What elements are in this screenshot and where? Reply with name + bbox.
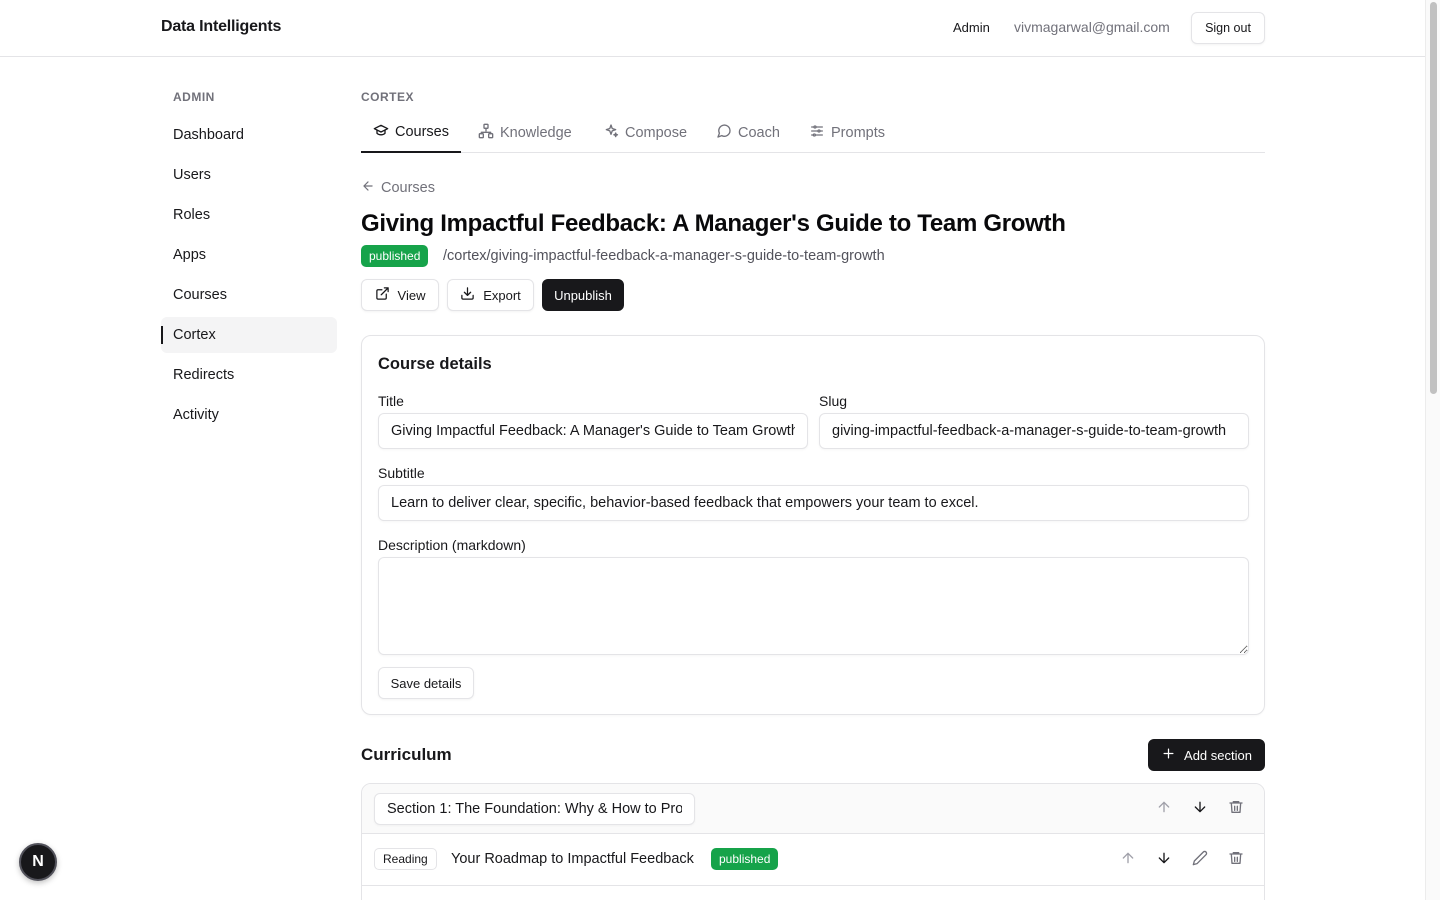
tab-prompts[interactable]: Prompts — [809, 113, 885, 153]
trash-icon — [1228, 799, 1244, 820]
view-button-label: View — [397, 287, 426, 303]
sidebar-item-roles[interactable]: Roles — [161, 197, 337, 233]
tab-courses[interactable]: Courses — [361, 113, 461, 153]
sidebar-item-activity[interactable]: Activity — [161, 397, 337, 433]
download-icon — [460, 286, 475, 304]
tab-label: Coach — [738, 125, 780, 141]
export-button-label: Export — [483, 287, 521, 303]
sidebar-item-dashboard[interactable]: Dashboard — [161, 117, 337, 153]
page-title: Giving Impactful Feedback: A Manager's G… — [361, 210, 1066, 237]
course-details-card: Course details Title Slug Subtitle Descr… — [361, 335, 1265, 715]
tab-label: Prompts — [831, 125, 885, 141]
lesson-row[interactable]: Reading Your Roadmap to Impactful Feedba… — [362, 834, 1264, 886]
tab-coach[interactable]: Coach — [716, 113, 780, 153]
export-button[interactable]: Export — [447, 279, 534, 311]
title-label: Title — [378, 393, 404, 409]
message-circle-icon — [716, 123, 732, 143]
arrow-up-icon — [1120, 850, 1136, 871]
section-label: CORTEX — [361, 90, 415, 104]
plus-icon — [1161, 746, 1176, 764]
network-icon — [478, 123, 494, 143]
back-to-courses-link[interactable]: Courses — [361, 179, 435, 197]
add-section-label: Add section — [1184, 747, 1252, 763]
tab-label: Courses — [395, 124, 449, 140]
tab-label: Compose — [625, 125, 688, 141]
tab-compose[interactable]: Compose — [603, 113, 687, 153]
add-section-button[interactable]: Add section — [1148, 739, 1265, 771]
graduation-cap-icon — [373, 122, 389, 142]
card-title: Course details — [378, 355, 492, 373]
description-textarea[interactable] — [378, 557, 1249, 655]
slug-input[interactable] — [819, 413, 1249, 449]
status-badge: published — [361, 245, 429, 267]
sidebar-item-cortex[interactable]: Cortex — [161, 317, 337, 353]
brand-logo[interactable]: Data Intelligents — [161, 18, 281, 36]
slug-label: Slug — [819, 393, 848, 409]
edit-lesson-button[interactable] — [1188, 848, 1212, 872]
lesson-status-badge: published — [711, 848, 779, 870]
pencil-icon — [1192, 850, 1208, 871]
course-path: /cortex/giving-impactful-feedback-a-mana… — [443, 248, 885, 264]
section-row — [362, 784, 1264, 834]
top-bar: Data Intelligents Admin vivmagarwal@gmai… — [0, 0, 1425, 57]
sidebar-item-apps[interactable]: Apps — [161, 237, 337, 273]
sparkles-icon — [603, 123, 619, 143]
arrow-down-icon — [1192, 799, 1208, 820]
curriculum-list: Reading Your Roadmap to Impactful Feedba… — [361, 783, 1265, 900]
tab-bar: Courses Knowledge Compose Coach Prompts — [361, 113, 1265, 153]
sliders-icon — [809, 123, 825, 143]
view-button[interactable]: View — [361, 279, 439, 311]
scrollbar-thumb[interactable] — [1430, 2, 1437, 394]
dev-tools-badge[interactable]: N — [19, 843, 57, 881]
lesson-title[interactable]: Your Roadmap to Impactful Feedback — [451, 851, 694, 867]
admin-role-link[interactable]: Admin — [953, 20, 990, 35]
tab-label: Knowledge — [500, 125, 572, 141]
page-scrollbar[interactable] — [1425, 0, 1440, 900]
description-label: Description (markdown) — [378, 537, 526, 553]
lesson-type-tag: Reading — [374, 848, 437, 870]
move-lesson-down-button[interactable] — [1152, 848, 1176, 872]
save-details-button[interactable]: Save details — [378, 667, 474, 699]
external-link-icon — [375, 286, 390, 304]
arrow-up-icon — [1156, 799, 1172, 820]
unpublish-button[interactable]: Unpublish — [542, 279, 624, 311]
tab-knowledge[interactable]: Knowledge — [478, 113, 572, 153]
sidebar-item-users[interactable]: Users — [161, 157, 337, 193]
section-title-input[interactable] — [374, 793, 695, 825]
back-link-label: Courses — [381, 180, 435, 196]
arrow-left-icon — [361, 179, 375, 197]
arrow-down-icon — [1156, 850, 1172, 871]
sidebar-item-redirects[interactable]: Redirects — [161, 357, 337, 393]
subtitle-input[interactable] — [378, 485, 1249, 521]
sidebar-heading: ADMIN — [173, 90, 215, 104]
delete-section-button[interactable] — [1224, 797, 1248, 821]
subtitle-label: Subtitle — [378, 465, 425, 481]
move-section-down-button[interactable] — [1188, 797, 1212, 821]
curriculum-heading: Curriculum — [361, 745, 452, 764]
user-email: vivmagarwal@gmail.com — [1014, 19, 1170, 35]
trash-icon — [1228, 850, 1244, 871]
sign-out-button[interactable]: Sign out — [1191, 12, 1265, 44]
move-section-up-button[interactable] — [1152, 797, 1176, 821]
sidebar-item-courses[interactable]: Courses — [161, 277, 337, 313]
move-lesson-up-button[interactable] — [1116, 848, 1140, 872]
title-input[interactable] — [378, 413, 808, 449]
delete-lesson-button[interactable] — [1224, 848, 1248, 872]
